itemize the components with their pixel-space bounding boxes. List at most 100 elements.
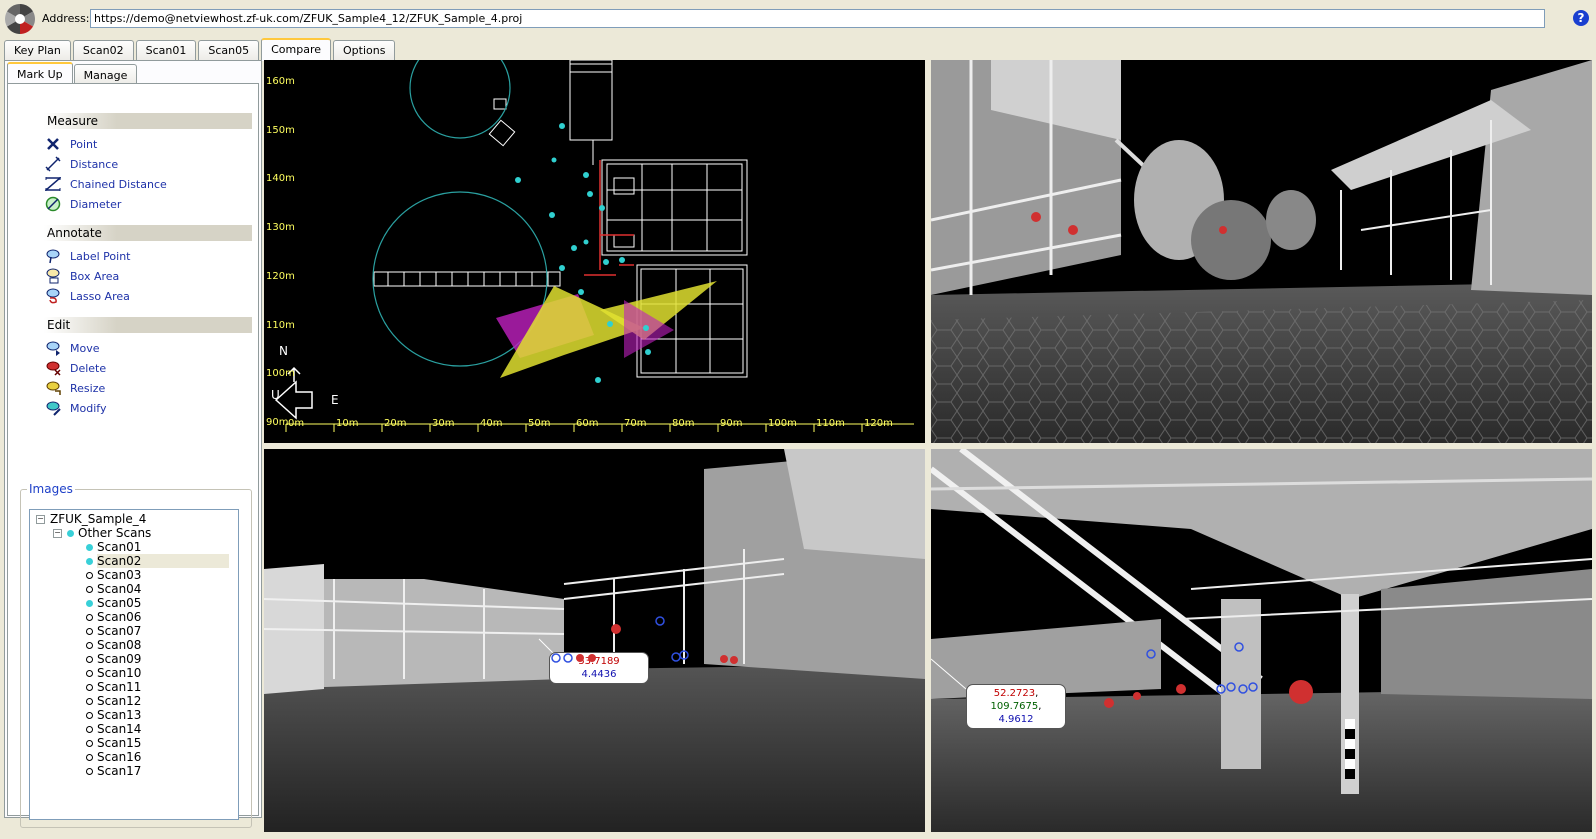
tool-lasso-area-label: Lasso Area — [70, 289, 130, 303]
scan-item[interactable]: Scan07 — [36, 624, 238, 638]
scan-item[interactable]: Scan05 — [36, 596, 238, 610]
address-bar: Address: ? — [0, 0, 1596, 36]
tool-box-area[interactable]: Box Area — [44, 266, 252, 286]
scan-item[interactable]: Scan09 — [36, 652, 238, 666]
scan-view-bottom-left[interactable]: 53.7189 4.4436 — [264, 449, 925, 832]
plan-x-tick-label: 30m — [432, 418, 455, 429]
box-area-icon — [44, 268, 62, 284]
scan-item-label: Scan16 — [97, 750, 142, 764]
scan-item[interactable]: Scan01 — [36, 540, 238, 554]
unloaded-dot-icon — [86, 683, 93, 691]
plan-x-tick-label: 90m — [720, 418, 743, 429]
scan-view-bottom-right[interactable]: 52.2723, 109.7675, 4.9612 — [931, 449, 1592, 832]
scan-item-label: Scan14 — [97, 722, 142, 736]
edit-section: Edit Move Delete Resize Modify — [44, 317, 252, 418]
subtab-manage[interactable]: Manage — [73, 64, 138, 85]
tab-key-plan[interactable]: Key Plan — [4, 40, 71, 61]
help-icon[interactable]: ? — [1573, 10, 1589, 26]
chained-distance-icon — [44, 176, 62, 192]
label-point-icon — [44, 248, 62, 264]
lasso-area-icon — [44, 288, 62, 304]
plan-x-tick-label: 10m — [336, 418, 359, 429]
tool-resize[interactable]: Resize — [44, 378, 252, 398]
measure-callout-2[interactable]: 52.2723, 109.7675, 4.9612 — [966, 684, 1066, 729]
tool-label-point-label: Label Point — [70, 249, 131, 263]
scan-item[interactable]: Scan13 — [36, 708, 238, 722]
scan-list: Scan01 Scan02 Scan03 Scan04 Scan05 Scan06 Scan… — [36, 540, 238, 778]
scan-item-label: Scan02 — [97, 554, 230, 568]
scan-item[interactable]: Scan06 — [36, 610, 238, 624]
callout1-z: 4.4436 — [581, 669, 617, 680]
tree-root[interactable]: − ZFUK_Sample_4 — [36, 512, 238, 526]
resize-icon — [44, 380, 62, 396]
unloaded-dot-icon — [86, 669, 93, 677]
address-label: Address: — [42, 12, 90, 25]
annotate-section: Annotate Label Point Box Area Lasso Area — [44, 225, 252, 306]
plan-x-tick-label: 110m — [816, 418, 845, 429]
scan-item-label: Scan10 — [97, 666, 142, 680]
scan-item[interactable]: Scan02 — [36, 554, 238, 568]
scan-item-label: Scan09 — [97, 652, 142, 666]
scan-image-bottom-left — [264, 449, 925, 832]
diameter-icon — [44, 196, 62, 212]
plan-view[interactable]: 160m 150m 140m 130m 120m 110m 100m 90m 0m 10m 20m… — [264, 60, 925, 443]
collapse-icon[interactable]: − — [36, 514, 45, 524]
plan-y-tick-label: 110m — [266, 319, 295, 331]
scan-item[interactable]: Scan12 — [36, 694, 238, 708]
tab-scan01[interactable]: Scan01 — [135, 40, 197, 61]
scan-item[interactable]: Scan10 — [36, 666, 238, 680]
tab-compare[interactable]: Compare — [261, 38, 331, 61]
tab-options[interactable]: Options — [333, 40, 396, 61]
distance-icon — [44, 156, 62, 172]
scan-item[interactable]: Scan15 — [36, 736, 238, 750]
scan-item[interactable]: Scan14 — [36, 722, 238, 736]
images-tree[interactable]: − ZFUK_Sample_4 − Other Scans Scan01 Scan… — [29, 509, 239, 820]
tool-lasso-area[interactable]: Lasso Area — [44, 286, 252, 306]
scan-item[interactable]: Scan03 — [36, 568, 238, 582]
move-icon — [44, 340, 62, 356]
plan-x-tick-label: 20m — [384, 418, 407, 429]
tree-group[interactable]: − Other Scans — [36, 526, 238, 540]
scan-view-top-right[interactable] — [931, 60, 1592, 443]
measure-callout-1[interactable]: 53.7189 4.4436 — [549, 652, 649, 684]
unloaded-dot-icon — [86, 725, 93, 733]
collapse-icon[interactable]: − — [53, 528, 62, 538]
tool-chained-distance[interactable]: Chained Distance — [44, 174, 252, 194]
loaded-dot-icon — [86, 599, 93, 607]
address-input[interactable] — [90, 9, 1545, 28]
scan-item[interactable]: Scan04 — [36, 582, 238, 596]
tool-label-point[interactable]: Label Point — [44, 246, 252, 266]
main-tabs: Key Plan Scan02 Scan01 Scan05 Compare Op… — [4, 38, 396, 61]
loaded-dot-icon — [86, 557, 93, 565]
tool-distance[interactable]: Distance — [44, 154, 252, 174]
tool-chained-distance-label: Chained Distance — [70, 177, 167, 191]
callout2-z: 4.9612 — [998, 714, 1034, 725]
plan-x-tick-label: 50m — [528, 418, 551, 429]
tool-diameter[interactable]: Diameter — [44, 194, 252, 214]
plan-y-tick-label: 130m — [266, 222, 295, 234]
tool-delete[interactable]: Delete — [44, 358, 252, 378]
scan-image-top-right — [931, 60, 1592, 443]
callout2-x: 52.2723 — [993, 688, 1036, 699]
unloaded-dot-icon — [86, 627, 93, 635]
scan-item[interactable]: Scan16 — [36, 750, 238, 764]
scan-item-label: Scan13 — [97, 708, 142, 722]
scan-item[interactable]: Scan11 — [36, 680, 238, 694]
measure-section: Measure Point Distance Chained Distance … — [44, 113, 252, 214]
tab-scan02[interactable]: Scan02 — [72, 40, 134, 61]
tab-scan05[interactable]: Scan05 — [198, 40, 260, 61]
scan-item[interactable]: Scan17 — [36, 764, 238, 778]
scan-item-label: Scan03 — [97, 568, 142, 582]
scan-item-label: Scan05 — [97, 596, 142, 610]
scan-item-label: Scan11 — [97, 680, 142, 694]
tool-modify[interactable]: Modify — [44, 398, 252, 418]
modify-icon — [44, 400, 62, 416]
scan-item-label: Scan12 — [97, 694, 142, 708]
tool-move[interactable]: Move — [44, 338, 252, 358]
subtab-mark-up[interactable]: Mark Up — [7, 62, 73, 85]
tool-box-area-label: Box Area — [70, 269, 120, 283]
markup-panel: Measure Point Distance Chained Distance … — [7, 83, 259, 828]
scan-item-label: Scan17 — [97, 764, 142, 778]
scan-item[interactable]: Scan08 — [36, 638, 238, 652]
tool-point[interactable]: Point — [44, 134, 252, 154]
